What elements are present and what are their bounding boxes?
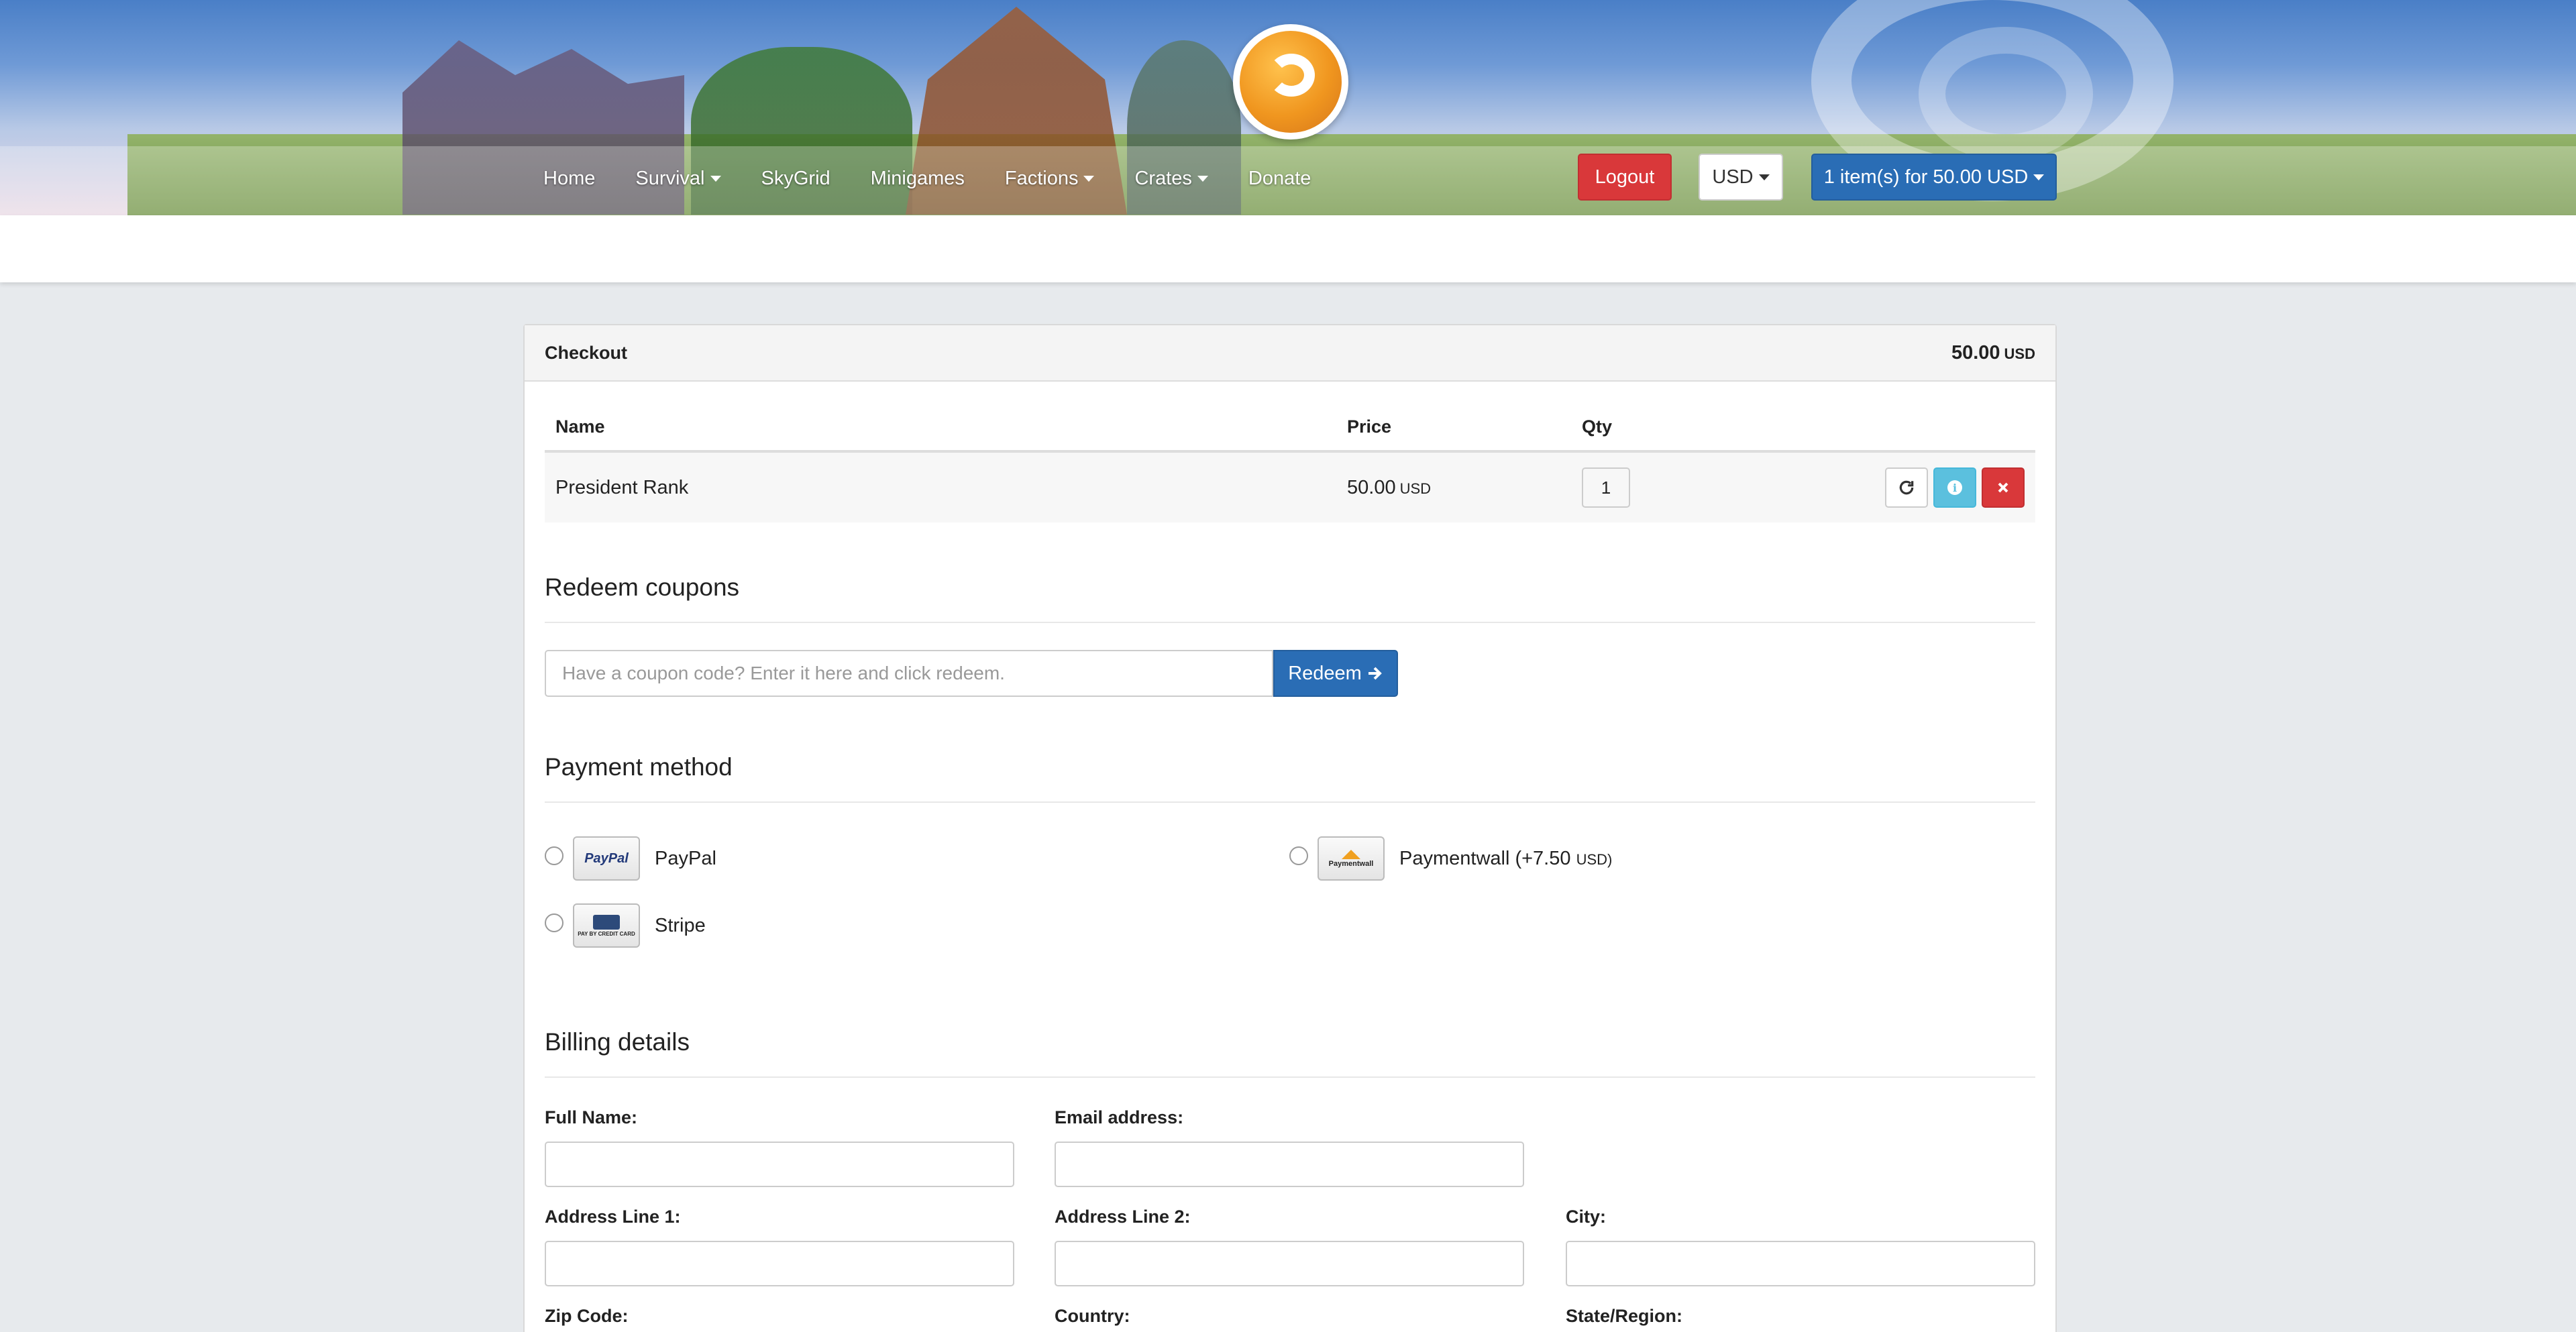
credit-card-icon: PAY BY CREDIT CARD bbox=[573, 903, 640, 948]
caret-down-icon bbox=[1758, 174, 1770, 180]
checkout-header: Checkout 50.00 USD bbox=[525, 325, 2055, 382]
state-field: State/Region: bbox=[1566, 1306, 1683, 1326]
caret-down-icon bbox=[1083, 176, 1095, 182]
city-field: City: bbox=[1566, 1207, 2035, 1286]
country-field: Country: bbox=[1055, 1306, 1130, 1326]
address1-input[interactable] bbox=[545, 1241, 1014, 1286]
payment-option-paymentwall[interactable]: Paymentwall Paymentwall (+7.50 USD) bbox=[1289, 836, 1612, 881]
cart-table-header: Name Price Qty bbox=[545, 403, 2035, 453]
checkout-title: Checkout bbox=[545, 342, 628, 363]
payment-options: PayPal PayPal Paymentwall Paymentwall (+… bbox=[545, 803, 2035, 950]
remove-button[interactable] bbox=[1982, 467, 2025, 508]
quantity-input[interactable]: 1 bbox=[1582, 467, 1630, 508]
logout-button[interactable]: Logout bbox=[1578, 154, 1672, 201]
full-name-input[interactable] bbox=[545, 1142, 1014, 1187]
billing-section: Billing details Full Name: Email address… bbox=[545, 1028, 2035, 1332]
redeem-button[interactable]: Redeem bbox=[1273, 650, 1398, 697]
currency-dropdown[interactable]: USD bbox=[1699, 154, 1783, 201]
nav-skygrid[interactable]: SkyGrid bbox=[741, 168, 851, 190]
email-field: Email address: bbox=[1055, 1107, 1524, 1187]
item-price: 50.00 USD bbox=[1336, 451, 1571, 522]
coupon-section: Redeem coupons Redeem bbox=[545, 573, 2035, 697]
coupon-title: Redeem coupons bbox=[545, 573, 2035, 623]
caret-down-icon bbox=[1197, 176, 1208, 182]
payment-title: Payment method bbox=[545, 753, 2035, 803]
close-icon bbox=[1998, 482, 2008, 493]
checkout-panel: Checkout 50.00 USD Name Price Qty Preside… bbox=[523, 324, 2057, 1332]
paymentwall-radio[interactable] bbox=[1289, 846, 1308, 865]
arrow-right-icon bbox=[1368, 667, 1382, 680]
row-actions: i bbox=[1783, 467, 2025, 508]
refresh-button[interactable] bbox=[1885, 467, 1928, 508]
column-header-actions bbox=[1772, 403, 2035, 453]
address1-field: Address Line 1: bbox=[545, 1207, 1014, 1286]
site-logo[interactable] bbox=[1233, 24, 1348, 140]
payment-section: Payment method PayPal PayPal Paymentwall… bbox=[545, 753, 2035, 950]
billing-title: Billing details bbox=[545, 1028, 2035, 1078]
payment-option-stripe[interactable]: PAY BY CREDIT CARD Stripe bbox=[545, 903, 706, 948]
refresh-icon bbox=[1899, 480, 1914, 495]
table-row: President Rank 50.00 USD 1 i bbox=[545, 451, 2035, 522]
coupon-form: Redeem bbox=[545, 650, 2035, 697]
address2-field: Address Line 2: bbox=[1055, 1207, 1524, 1286]
banner-swirl-decoration bbox=[1919, 27, 2093, 161]
main-nav: Home Survival SkyGrid Minigames Factions… bbox=[543, 168, 1331, 190]
column-header-qty: Qty bbox=[1571, 403, 1772, 453]
item-name: President Rank bbox=[545, 451, 1336, 522]
header-white-bar bbox=[0, 215, 2576, 282]
billing-form: Full Name: Email address: Address Line 1… bbox=[545, 1078, 2035, 1332]
nav-survival[interactable]: Survival bbox=[615, 168, 741, 190]
stripe-radio[interactable] bbox=[545, 913, 564, 932]
paymentwall-logo-icon: Paymentwall bbox=[1318, 836, 1385, 881]
full-name-field: Full Name: bbox=[545, 1107, 1014, 1187]
city-input[interactable] bbox=[1566, 1241, 2035, 1286]
column-header-price: Price bbox=[1336, 403, 1571, 453]
cart-dropdown[interactable]: 1 item(s) for 50.00 USD bbox=[1811, 154, 2057, 201]
zip-field: Zip Code: bbox=[545, 1306, 629, 1326]
nav-minigames[interactable]: Minigames bbox=[851, 168, 985, 190]
cart-table: Name Price Qty President Rank 50.00 USD 1 bbox=[545, 403, 2035, 522]
column-header-name: Name bbox=[545, 403, 1336, 453]
checkout-total: 50.00 USD bbox=[1951, 341, 2035, 364]
paypal-radio[interactable] bbox=[545, 846, 564, 865]
nav-home[interactable]: Home bbox=[543, 168, 615, 190]
payment-option-paypal[interactable]: PayPal PayPal bbox=[545, 836, 716, 881]
paypal-logo-icon: PayPal bbox=[573, 836, 640, 881]
caret-down-icon bbox=[2033, 174, 2045, 180]
logo-swirl-icon bbox=[1268, 54, 1315, 97]
email-input[interactable] bbox=[1055, 1142, 1524, 1187]
caret-down-icon bbox=[710, 176, 721, 182]
checkout-body: Name Price Qty President Rank 50.00 USD 1 bbox=[525, 403, 2055, 522]
nav-donate[interactable]: Donate bbox=[1228, 168, 1332, 190]
address2-input[interactable] bbox=[1055, 1241, 1524, 1286]
info-button[interactable]: i bbox=[1933, 467, 1976, 508]
nav-crates[interactable]: Crates bbox=[1114, 168, 1228, 190]
nav-factions[interactable]: Factions bbox=[985, 168, 1115, 190]
coupon-input[interactable] bbox=[545, 650, 1273, 697]
info-icon: i bbox=[1947, 480, 1962, 495]
